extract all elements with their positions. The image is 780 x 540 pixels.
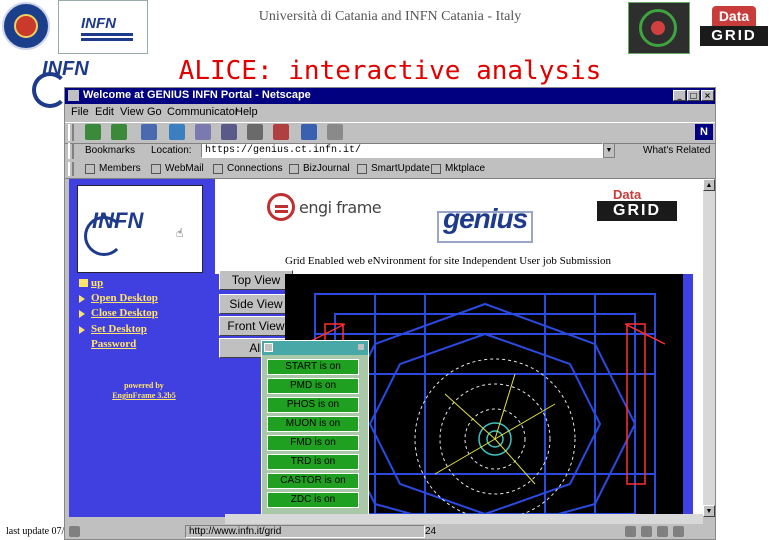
navigation-toolbar: N [65, 122, 715, 144]
home-icon[interactable] [169, 124, 185, 140]
link-mktplace[interactable]: Mktplace [445, 163, 485, 174]
url-input[interactable]: https://genius.ct.infn.it/ [201, 143, 603, 158]
netscape-guide-icon[interactable] [221, 124, 237, 140]
component-icon[interactable] [625, 526, 636, 537]
menu-communicator[interactable]: Communicator [167, 106, 239, 118]
menu-go[interactable]: Go [147, 106, 162, 118]
back-icon[interactable] [85, 124, 101, 140]
toggle-start-button[interactable]: START is on [267, 359, 359, 375]
page-content: INFN ☝ up Open Desktop Close Desktop Set… [69, 179, 703, 517]
arrow-right-icon [79, 295, 85, 303]
infn-portal-logo: INFN ☝ [77, 185, 203, 273]
menu-file[interactable]: File [71, 106, 89, 118]
bookmark-icon [289, 164, 299, 174]
stop-icon[interactable] [327, 124, 343, 140]
top-view-button[interactable]: Top View [219, 270, 293, 290]
window-titlebar[interactable]: Welcome at GENIUS INFN Portal - Netscape… [65, 88, 715, 104]
event-display-pane: Top View Side View Front View All START … [215, 270, 693, 517]
panel-close-icon[interactable] [358, 344, 364, 350]
enginframe-logo: engi frame [267, 191, 387, 225]
lhc-detector-logo [628, 2, 690, 54]
nav-password[interactable]: Password [91, 338, 136, 350]
maximize-button[interactable]: □ [687, 90, 700, 101]
datagrid-portal-logo: Data GRID [595, 187, 679, 227]
link-webmail[interactable]: WebMail [165, 163, 204, 174]
scroll-down-icon[interactable]: ▼ [703, 505, 715, 517]
security-lock-icon[interactable] [273, 124, 289, 140]
toggle-zdc-button[interactable]: ZDC is on [267, 492, 359, 508]
link-members[interactable]: Members [99, 163, 141, 174]
side-view-button[interactable]: Side View [219, 294, 293, 314]
toggle-trd-button[interactable]: TRD is on [267, 454, 359, 470]
link-bizjournal[interactable]: BizJournal [303, 163, 350, 174]
window-title: Welcome at GENIUS INFN Portal - Netscape [83, 89, 311, 101]
forward-icon[interactable] [111, 124, 127, 140]
security-icon[interactable] [69, 526, 80, 537]
datagrid-logo: Data GRID [690, 2, 778, 52]
detector-toggle-panel: START is on PMD is on PHOS is on MUON is… [261, 340, 369, 517]
shop-icon[interactable] [301, 124, 317, 140]
status-bar: http://www.infn.it/grid 24 [65, 525, 715, 539]
status-text: http://www.infn.it/grid [185, 525, 425, 538]
bookmark-icon [357, 164, 367, 174]
enginframe-link[interactable]: EnginFrame 3.2b5 [79, 391, 209, 401]
toggle-phos-button[interactable]: PHOS is on [267, 397, 359, 413]
bookmarks-button[interactable]: Bookmarks [85, 145, 135, 156]
netscape-browser-window: Welcome at GENIUS INFN Portal - Netscape… [64, 87, 716, 540]
minimize-button[interactable]: _ [673, 90, 686, 101]
arrow-right-icon [79, 326, 85, 334]
whats-related-button[interactable]: What's Related [643, 145, 711, 156]
menu-help[interactable]: Help [235, 106, 258, 118]
genius-left-pane: INFN ☝ up Open Desktop Close Desktop Set… [69, 179, 215, 517]
nav-up-link[interactable]: up [91, 277, 103, 289]
genius-logo: genius [437, 203, 537, 245]
personal-toolbar: Members WebMail Connections BizJournal S… [65, 161, 715, 179]
bookmark-icon [431, 164, 441, 174]
composer-icon[interactable] [673, 526, 684, 537]
genius-banner: engi frame genius Data GRID Grid Enabled… [215, 179, 703, 274]
compose-icon[interactable] [657, 526, 668, 537]
hand-cursor-icon: ☝ [176, 226, 184, 240]
url-dropdown-icon[interactable]: ▼ [603, 143, 615, 158]
nav-close-desktop[interactable]: Close Desktop [91, 307, 158, 319]
toggle-castor-button[interactable]: CASTOR is on [267, 473, 359, 489]
reload-icon[interactable] [141, 124, 157, 140]
up-folder-icon [79, 279, 88, 287]
print-icon[interactable] [247, 124, 263, 140]
panel-titlebar[interactable] [262, 341, 368, 355]
link-connections[interactable]: Connections [227, 163, 283, 174]
search-icon[interactable] [195, 124, 211, 140]
menu-view[interactable]: View [120, 106, 144, 118]
toggle-fmd-button[interactable]: FMD is on [267, 435, 359, 451]
netscape-throbber-icon: N [695, 124, 713, 140]
location-label: Location: [151, 145, 192, 156]
scroll-up-icon[interactable]: ▲ [703, 179, 715, 191]
bookmark-icon [151, 164, 161, 174]
nav-set-desktop[interactable]: Set Desktop [91, 323, 147, 335]
genius-tagline: Grid Enabled web eNvironment for site In… [285, 255, 611, 267]
toggle-muon-button[interactable]: MUON is on [267, 416, 359, 432]
horizontal-scrollbar[interactable] [225, 514, 703, 524]
slide-title: ALICE: interactive analysis [178, 56, 602, 86]
nav-open-desktop[interactable]: Open Desktop [91, 292, 158, 304]
panel-menu-icon[interactable] [264, 343, 273, 352]
arrow-right-icon [79, 310, 85, 318]
location-toolbar: Bookmarks Location: https://genius.ct.in… [65, 142, 715, 161]
bookmark-icon [85, 164, 95, 174]
menu-edit[interactable]: Edit [95, 106, 114, 118]
netscape-app-icon [68, 90, 79, 101]
front-view-button[interactable]: Front View [219, 316, 293, 336]
toggle-pmd-button[interactable]: PMD is on [267, 378, 359, 394]
link-smartupdate[interactable]: SmartUpdate [371, 163, 430, 174]
bookmark-icon [213, 164, 223, 174]
close-button[interactable]: × [701, 90, 714, 101]
mail-icon[interactable] [641, 526, 652, 537]
powered-by: powered by EnginFrame 3.2b5 [79, 381, 209, 401]
last-update-footer: last update 07/ [6, 526, 65, 537]
page-number: 24 [425, 526, 437, 537]
vertical-scrollbar[interactable]: ▲ ▼ [703, 179, 715, 517]
menu-bar: File Edit View Go Communicator Help [65, 105, 715, 121]
